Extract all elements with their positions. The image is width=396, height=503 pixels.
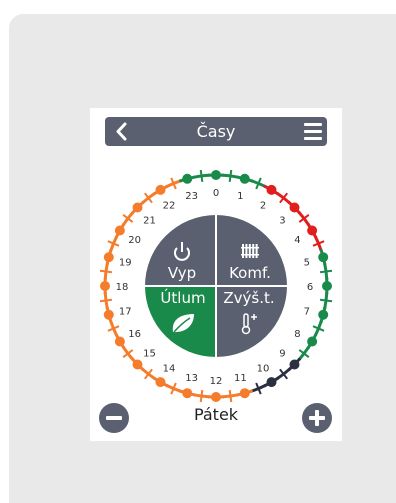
schedule-tick	[228, 389, 233, 403]
schedule-slot-marker[interactable]	[155, 377, 166, 388]
radiator-icon	[255, 244, 258, 258]
radiator-icon	[242, 244, 244, 258]
schedule-slot-marker[interactable]	[103, 252, 114, 263]
screen: Časy 0 1 2 3 4 5 6 7 8 9 10 11 12 13 14 15 16 17 18 19 20 21 2…	[90, 108, 342, 441]
schedule-dial: 0 1234567891011121314151617181920212223Vy…	[99, 169, 333, 403]
hour-label: 13	[185, 373, 198, 384]
hour-label: 20	[128, 235, 141, 246]
hour-label: 1	[237, 191, 243, 202]
hour-label: 7	[304, 306, 310, 317]
hour-label: 17	[119, 306, 132, 317]
schedule-slot-marker[interactable]	[211, 392, 221, 402]
schedule-slot-marker[interactable]	[266, 184, 277, 195]
radiator-icon	[252, 244, 255, 258]
schedule-tick	[199, 169, 204, 183]
schedule-slot-marker[interactable]	[307, 336, 318, 347]
radiator-icon	[245, 244, 248, 258]
hour-label: 18	[116, 282, 129, 293]
schedule-slot-marker[interactable]	[318, 252, 329, 263]
previous-day-button[interactable]	[99, 403, 129, 433]
schedule-slot-marker[interactable]	[114, 336, 125, 347]
thermostat-device: Časy 0 1 2 3 4 5 6 7 8 9 10 11 12 13 14 15 16 17 18 19 20 21 2…	[9, 14, 396, 503]
schedule-tick	[228, 169, 233, 183]
schedule-slot-marker[interactable]	[239, 173, 250, 184]
hour-label: 3	[279, 216, 285, 227]
schedule-slot-marker[interactable]	[318, 309, 329, 320]
schedule-tick	[319, 298, 333, 303]
schedule-tick	[199, 389, 204, 403]
hour-label: 6	[307, 282, 313, 293]
hour-label: 0	[213, 188, 219, 199]
hour-label: 15	[143, 348, 156, 359]
schedule-slot-marker[interactable]	[182, 388, 193, 399]
hour-label: 14	[163, 363, 176, 374]
hour-label: 11	[234, 373, 247, 384]
minus-icon	[106, 416, 122, 420]
hour-label: 19	[119, 258, 132, 269]
day-label: Pátek	[193, 405, 239, 424]
hour-label: 2	[260, 201, 266, 212]
hour-label: 5	[304, 258, 310, 269]
schedule-slot-marker[interactable]	[114, 225, 125, 236]
schedule-slot-marker[interactable]	[307, 225, 318, 236]
mode-comfort-label: Komf.	[229, 264, 271, 282]
radiator-icon-bar	[241, 247, 259, 249]
schedule-slot-marker[interactable]	[132, 202, 143, 213]
schedule-slot-marker[interactable]	[132, 359, 143, 370]
mode-off-label: Vyp	[168, 264, 196, 282]
mode-boost-label: Zvýš.t.	[223, 289, 274, 307]
schedule-slot-marker[interactable]	[103, 309, 114, 320]
schedule-tick	[319, 269, 333, 274]
schedule-slot-marker[interactable]	[289, 359, 300, 370]
hour-label: 16	[128, 329, 141, 340]
hour-label: 8	[294, 329, 300, 340]
schedule-slot-marker[interactable]	[211, 170, 221, 180]
hour-label: 12	[210, 376, 223, 387]
schedule-slot-marker[interactable]	[266, 377, 277, 388]
radiator-icon-bar	[241, 254, 259, 256]
hour-label: 23	[185, 191, 198, 202]
schedule-slot-marker[interactable]	[239, 388, 250, 399]
schedule-slot-marker[interactable]	[182, 173, 193, 184]
schedule-slot-marker[interactable]	[100, 281, 110, 291]
hour-label: 9	[279, 348, 285, 359]
hour-label: 4	[294, 235, 300, 246]
schedule-tick	[99, 269, 113, 274]
schedule-tick	[99, 298, 113, 303]
hour-label: 21	[143, 216, 156, 227]
schedule-slot-marker[interactable]	[322, 281, 332, 291]
hour-label: 22	[163, 201, 176, 212]
radiator-icon	[248, 244, 251, 258]
schedule-slot-marker[interactable]	[155, 184, 166, 195]
schedule-slot-marker[interactable]	[289, 202, 300, 213]
next-day-button[interactable]	[302, 403, 332, 433]
mode-setback-label: Útlum	[160, 288, 205, 307]
hour-label: 10	[257, 363, 270, 374]
